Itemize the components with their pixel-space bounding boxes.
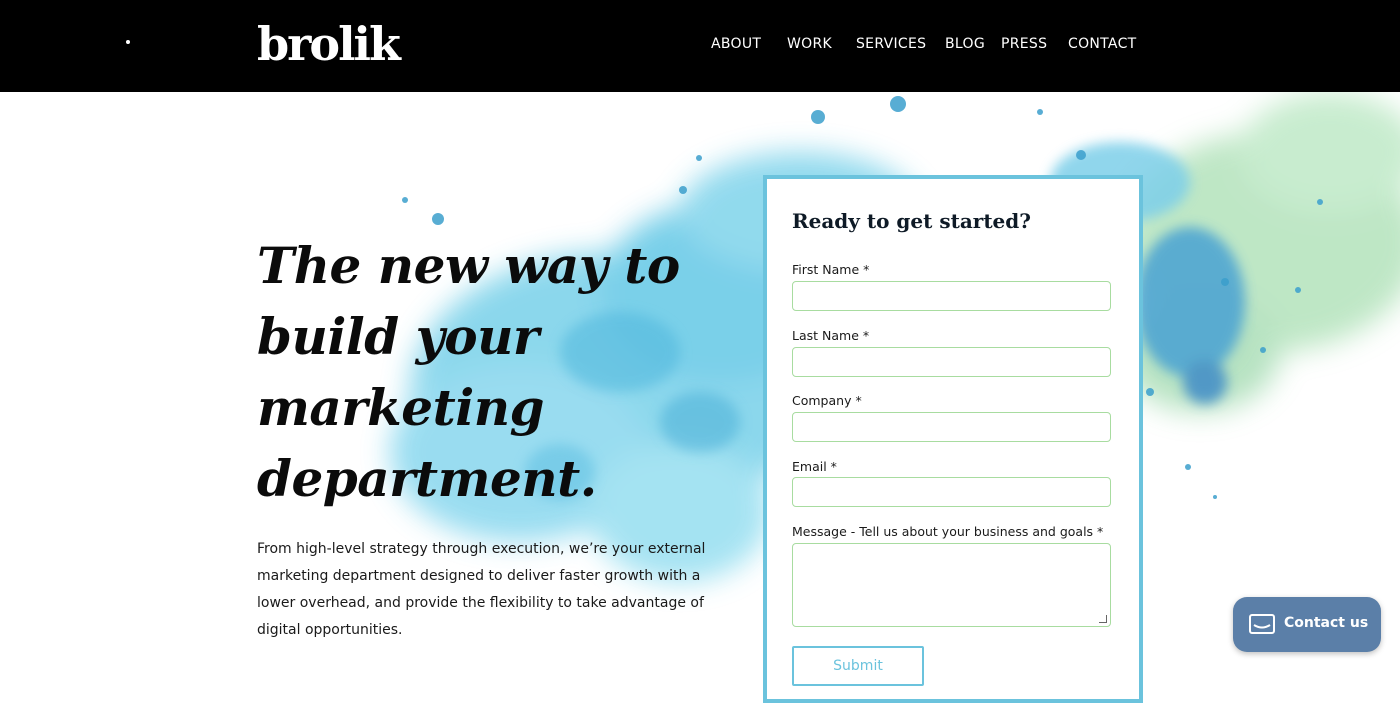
first-name-input[interactable]: [792, 281, 1111, 311]
last-name-input[interactable]: [792, 347, 1111, 377]
nav-services[interactable]: SERVICES: [856, 36, 926, 52]
main-nav: ABOUT WORK SERVICES BLOG PRESS CONTACT: [0, 36, 1400, 56]
company-input[interactable]: [792, 412, 1111, 442]
hero-title-line: The new way to: [257, 236, 680, 295]
contact-us-label: Contact us: [1284, 615, 1369, 631]
nav-blog[interactable]: BLOG: [945, 36, 985, 52]
message-textarea[interactable]: [792, 543, 1111, 627]
email-input[interactable]: [792, 477, 1111, 507]
nav-contact[interactable]: CONTACT: [1068, 36, 1137, 52]
form-title: Ready to get started?: [792, 209, 1031, 233]
submit-button[interactable]: Submit: [792, 646, 924, 686]
last-name-label: Last Name *: [792, 328, 870, 343]
site-header: brolik ABOUT WORK SERVICES BLOG PRESS CO…: [0, 0, 1400, 92]
nav-work[interactable]: WORK: [787, 36, 832, 52]
hero-title: The new way to build your marketing depa…: [257, 230, 737, 514]
hero-title-line: build your: [257, 307, 539, 366]
contact-us-button[interactable]: Contact us: [1233, 597, 1381, 652]
hero-description: From high-level strategy through executi…: [257, 541, 706, 638]
first-name-label: First Name *: [792, 262, 870, 277]
nav-press[interactable]: PRESS: [1001, 36, 1047, 52]
message-label: Message - Tell us about your business an…: [792, 524, 1104, 539]
hero-title-line: marketing: [257, 378, 545, 437]
contact-form-card: Ready to get started? First Name * Last …: [763, 175, 1143, 703]
envelope-icon: [1249, 614, 1275, 634]
resize-handle-icon[interactable]: [1099, 615, 1107, 623]
hero-title-line: department.: [257, 449, 597, 508]
email-label: Email *: [792, 459, 837, 474]
company-label: Company *: [792, 393, 862, 408]
nav-about[interactable]: ABOUT: [711, 36, 761, 52]
